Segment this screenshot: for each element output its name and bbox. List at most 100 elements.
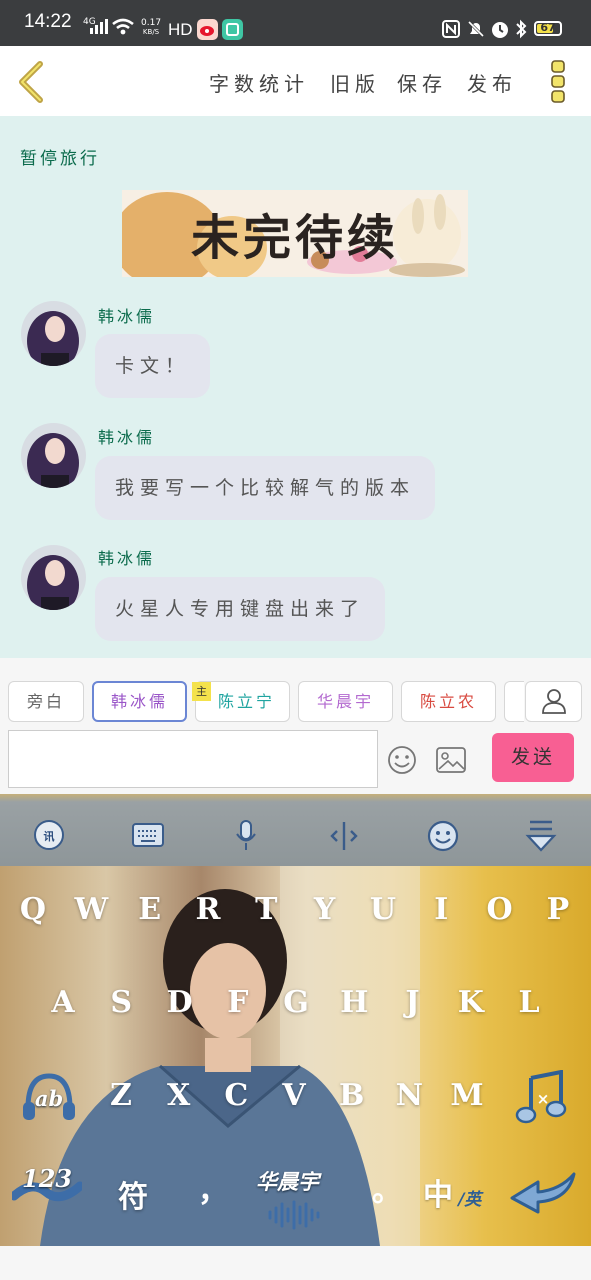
role-chip[interactable]: 旁白: [8, 681, 84, 722]
keyboard-toolbar: 讯: [0, 794, 591, 866]
banner-image: 未完待续: [122, 190, 468, 277]
key-u[interactable]: U: [358, 892, 408, 927]
key-o[interactable]: O: [475, 892, 525, 927]
symbol-key[interactable]: 符: [118, 1172, 148, 1216]
key-i[interactable]: I: [416, 892, 466, 927]
back-arrow-icon[interactable]: [14, 60, 48, 104]
key-v[interactable]: V: [269, 1078, 319, 1113]
key-m[interactable]: M: [442, 1078, 492, 1113]
avatar[interactable]: [21, 301, 86, 366]
avatar[interactable]: [21, 423, 86, 488]
space-key[interactable]: 华晨宇: [252, 1166, 342, 1230]
word-count-button[interactable]: 字数统计: [209, 68, 309, 97]
emoji-icon[interactable]: [426, 819, 460, 853]
key-k[interactable]: K: [446, 985, 496, 1020]
role-chip-selected[interactable]: 韩冰儒: [92, 681, 187, 722]
keyboard-icon[interactable]: [131, 822, 165, 848]
mute-icon: [467, 20, 485, 38]
language-switch-key[interactable]: 中 /英: [423, 1170, 493, 1213]
key-z[interactable]: Z: [96, 1078, 146, 1113]
delete-key-icon[interactable]: ×: [515, 1070, 569, 1126]
navigation-area: [0, 1246, 591, 1280]
role-chip[interactable]: 华晨宇: [298, 681, 393, 722]
key-row-2: A S D F G H J K L: [38, 985, 554, 1020]
avatar[interactable]: [21, 545, 86, 610]
message-author: 韩冰儒: [98, 307, 156, 326]
collapse-keyboard-icon[interactable]: [525, 818, 557, 854]
key-n[interactable]: N: [384, 1078, 434, 1113]
role-chip[interactable]: 陈立农: [401, 681, 496, 722]
key-d[interactable]: D: [155, 985, 205, 1020]
language-main-label: 中: [423, 1178, 453, 1213]
key-s[interactable]: S: [96, 985, 146, 1020]
message-author: 韩冰儒: [98, 549, 156, 568]
status-bar: 14:22 4G 0.17 KB/S HD 67: [0, 0, 591, 46]
cursor-move-icon[interactable]: [329, 819, 359, 853]
nfc-icon: [442, 20, 460, 38]
key-g[interactable]: G: [271, 985, 321, 1020]
key-r[interactable]: R: [183, 892, 233, 927]
more-menu-icon[interactable]: [550, 60, 568, 104]
battery-level: 67: [540, 21, 556, 34]
weibo-icon: [197, 19, 218, 40]
key-h[interactable]: H: [329, 985, 379, 1020]
network-speed: 0.17 KB/S: [141, 19, 161, 37]
number-switch-key[interactable]: 123: [12, 1162, 82, 1208]
image-icon[interactable]: [435, 746, 467, 774]
role-label: 旁白: [26, 692, 65, 711]
hd-label: HD: [168, 20, 193, 39]
key-p[interactable]: P: [533, 892, 583, 927]
chapter-title: 暂停旅行: [20, 149, 100, 169]
status-time: 14:22: [24, 11, 72, 32]
key-j[interactable]: J: [388, 985, 438, 1020]
send-button[interactable]: 发送: [492, 733, 574, 782]
save-button[interactable]: 保存: [397, 68, 447, 97]
key-e[interactable]: E: [125, 892, 175, 927]
comma-key[interactable]: ，: [198, 1166, 228, 1210]
key-row-1: Q W E R T Y U I O P: [8, 892, 583, 927]
role-selector-bar: 旁白 韩冰儒 陈立宁 主 华晨宇 陈立农 发送: [0, 658, 591, 794]
key-f[interactable]: F: [213, 985, 263, 1020]
keyboard-body: Q W E R T Y U I O P A S D F G H J K L ab…: [0, 866, 591, 1246]
xunfei-logo-icon[interactable]: 讯: [33, 819, 65, 851]
role-label: 陈立宁: [217, 692, 275, 711]
bluetooth-icon: [516, 19, 527, 39]
user-icon: [541, 689, 566, 714]
language-sub-label: /英: [458, 1190, 482, 1210]
publish-button[interactable]: 发布: [467, 68, 517, 97]
wifi-icon: [112, 18, 134, 35]
key-l[interactable]: L: [504, 985, 554, 1020]
chat-area: 暂停旅行 未完待续 韩冰儒 卡文！ 韩冰儒 我要写一个比较解气的版本 韩冰儒 火…: [0, 116, 591, 658]
mic-icon[interactable]: [234, 819, 258, 853]
key-a[interactable]: A: [38, 985, 88, 1020]
main-role-badge: 主: [192, 682, 211, 701]
app-notification-icon: [222, 19, 243, 40]
message-input[interactable]: [8, 730, 378, 788]
key-c[interactable]: C: [211, 1078, 261, 1113]
enter-key-icon[interactable]: [508, 1170, 578, 1218]
shift-key[interactable]: ab: [20, 1068, 78, 1126]
role-label: 韩冰儒: [110, 692, 168, 711]
sound-wave-icon: [268, 1200, 320, 1230]
key-t[interactable]: T: [241, 892, 291, 927]
role-chip-partial[interactable]: [504, 681, 524, 722]
emoji-icon[interactable]: [386, 744, 418, 776]
svg-text:×: ×: [537, 1090, 550, 1108]
key-q[interactable]: Q: [8, 892, 58, 927]
space-label: 华晨宇: [256, 1169, 319, 1194]
key-w[interactable]: W: [66, 892, 116, 927]
signal-icon: [90, 19, 108, 34]
role-label: 陈立农: [419, 692, 477, 711]
old-version-button[interactable]: 旧版: [330, 68, 380, 97]
banner-text: 未完待续: [190, 210, 399, 266]
speed-value: 0.17: [141, 18, 162, 28]
message-bubble[interactable]: 我要写一个比较解气的版本: [95, 456, 436, 520]
shift-label: ab: [34, 1086, 64, 1111]
key-x[interactable]: X: [154, 1078, 204, 1113]
message-bubble[interactable]: 卡文！: [95, 334, 211, 398]
message-bubble[interactable]: 火星人专用键盘出来了: [95, 577, 386, 641]
key-y[interactable]: Y: [300, 892, 350, 927]
period-key[interactable]: 。: [372, 1166, 402, 1210]
key-b[interactable]: B: [327, 1078, 377, 1113]
add-role-button[interactable]: [525, 681, 582, 722]
